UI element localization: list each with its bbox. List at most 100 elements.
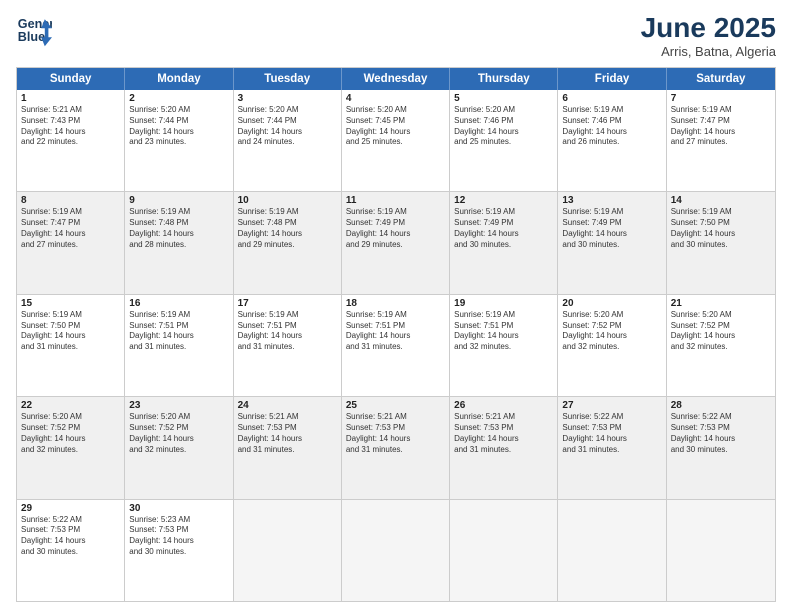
day-info: Sunrise: 5:20 AM Sunset: 7:46 PM Dayligh… xyxy=(454,105,553,148)
header-day-friday: Friday xyxy=(558,68,666,90)
day-number: 16 xyxy=(129,298,228,309)
day-info: Sunrise: 5:19 AM Sunset: 7:48 PM Dayligh… xyxy=(129,207,228,250)
day-number: 26 xyxy=(454,400,553,411)
header-day-wednesday: Wednesday xyxy=(342,68,450,90)
day-info: Sunrise: 5:20 AM Sunset: 7:52 PM Dayligh… xyxy=(21,412,120,455)
day-number: 6 xyxy=(562,93,661,104)
day-number: 29 xyxy=(21,503,120,514)
calendar-cell: 30Sunrise: 5:23 AM Sunset: 7:53 PM Dayli… xyxy=(125,500,233,601)
day-info: Sunrise: 5:19 AM Sunset: 7:49 PM Dayligh… xyxy=(562,207,661,250)
day-number: 24 xyxy=(238,400,337,411)
header-day-thursday: Thursday xyxy=(450,68,558,90)
empty-cell xyxy=(558,500,666,601)
day-number: 5 xyxy=(454,93,553,104)
day-info: Sunrise: 5:19 AM Sunset: 7:47 PM Dayligh… xyxy=(671,105,771,148)
day-info: Sunrise: 5:23 AM Sunset: 7:53 PM Dayligh… xyxy=(129,515,228,558)
day-info: Sunrise: 5:21 AM Sunset: 7:53 PM Dayligh… xyxy=(238,412,337,455)
calendar-row: 8Sunrise: 5:19 AM Sunset: 7:47 PM Daylig… xyxy=(17,191,775,293)
day-info: Sunrise: 5:19 AM Sunset: 7:51 PM Dayligh… xyxy=(129,310,228,353)
calendar-cell: 21Sunrise: 5:20 AM Sunset: 7:52 PM Dayli… xyxy=(667,295,775,396)
empty-cell xyxy=(667,500,775,601)
day-number: 20 xyxy=(562,298,661,309)
calendar-cell: 5Sunrise: 5:20 AM Sunset: 7:46 PM Daylig… xyxy=(450,90,558,191)
day-number: 28 xyxy=(671,400,771,411)
day-number: 21 xyxy=(671,298,771,309)
calendar-cell: 17Sunrise: 5:19 AM Sunset: 7:51 PM Dayli… xyxy=(234,295,342,396)
day-info: Sunrise: 5:19 AM Sunset: 7:47 PM Dayligh… xyxy=(21,207,120,250)
main-title: June 2025 xyxy=(641,12,776,44)
day-number: 11 xyxy=(346,195,445,206)
empty-cell xyxy=(342,500,450,601)
calendar-cell: 1Sunrise: 5:21 AM Sunset: 7:43 PM Daylig… xyxy=(17,90,125,191)
calendar-cell: 27Sunrise: 5:22 AM Sunset: 7:53 PM Dayli… xyxy=(558,397,666,498)
day-number: 14 xyxy=(671,195,771,206)
calendar-row: 22Sunrise: 5:20 AM Sunset: 7:52 PM Dayli… xyxy=(17,396,775,498)
header: General Blue June 2025 Arris, Batna, Alg… xyxy=(16,12,776,59)
day-number: 30 xyxy=(129,503,228,514)
day-info: Sunrise: 5:19 AM Sunset: 7:51 PM Dayligh… xyxy=(454,310,553,353)
day-info: Sunrise: 5:20 AM Sunset: 7:44 PM Dayligh… xyxy=(129,105,228,148)
calendar-cell: 15Sunrise: 5:19 AM Sunset: 7:50 PM Dayli… xyxy=(17,295,125,396)
calendar-cell: 26Sunrise: 5:21 AM Sunset: 7:53 PM Dayli… xyxy=(450,397,558,498)
day-info: Sunrise: 5:20 AM Sunset: 7:52 PM Dayligh… xyxy=(671,310,771,353)
day-number: 12 xyxy=(454,195,553,206)
header-day-sunday: Sunday xyxy=(17,68,125,90)
calendar-row: 29Sunrise: 5:22 AM Sunset: 7:53 PM Dayli… xyxy=(17,499,775,601)
calendar-row: 15Sunrise: 5:19 AM Sunset: 7:50 PM Dayli… xyxy=(17,294,775,396)
day-number: 8 xyxy=(21,195,120,206)
day-info: Sunrise: 5:19 AM Sunset: 7:50 PM Dayligh… xyxy=(21,310,120,353)
day-number: 15 xyxy=(21,298,120,309)
day-number: 9 xyxy=(129,195,228,206)
header-day-tuesday: Tuesday xyxy=(234,68,342,90)
calendar-header: SundayMondayTuesdayWednesdayThursdayFrid… xyxy=(17,68,775,90)
day-number: 4 xyxy=(346,93,445,104)
day-info: Sunrise: 5:20 AM Sunset: 7:52 PM Dayligh… xyxy=(562,310,661,353)
empty-cell xyxy=(450,500,558,601)
calendar: SundayMondayTuesdayWednesdayThursdayFrid… xyxy=(16,67,776,602)
day-number: 10 xyxy=(238,195,337,206)
day-info: Sunrise: 5:22 AM Sunset: 7:53 PM Dayligh… xyxy=(21,515,120,558)
logo: General Blue xyxy=(16,12,52,48)
calendar-cell: 11Sunrise: 5:19 AM Sunset: 7:49 PM Dayli… xyxy=(342,192,450,293)
day-number: 19 xyxy=(454,298,553,309)
calendar-cell: 12Sunrise: 5:19 AM Sunset: 7:49 PM Dayli… xyxy=(450,192,558,293)
calendar-cell: 2Sunrise: 5:20 AM Sunset: 7:44 PM Daylig… xyxy=(125,90,233,191)
calendar-cell: 10Sunrise: 5:19 AM Sunset: 7:48 PM Dayli… xyxy=(234,192,342,293)
day-info: Sunrise: 5:20 AM Sunset: 7:45 PM Dayligh… xyxy=(346,105,445,148)
calendar-cell: 6Sunrise: 5:19 AM Sunset: 7:46 PM Daylig… xyxy=(558,90,666,191)
calendar-row: 1Sunrise: 5:21 AM Sunset: 7:43 PM Daylig… xyxy=(17,90,775,191)
calendar-cell: 14Sunrise: 5:19 AM Sunset: 7:50 PM Dayli… xyxy=(667,192,775,293)
calendar-cell: 16Sunrise: 5:19 AM Sunset: 7:51 PM Dayli… xyxy=(125,295,233,396)
empty-cell xyxy=(234,500,342,601)
day-number: 27 xyxy=(562,400,661,411)
header-day-monday: Monday xyxy=(125,68,233,90)
day-number: 13 xyxy=(562,195,661,206)
day-info: Sunrise: 5:19 AM Sunset: 7:51 PM Dayligh… xyxy=(346,310,445,353)
day-number: 23 xyxy=(129,400,228,411)
day-info: Sunrise: 5:21 AM Sunset: 7:53 PM Dayligh… xyxy=(346,412,445,455)
calendar-cell: 13Sunrise: 5:19 AM Sunset: 7:49 PM Dayli… xyxy=(558,192,666,293)
day-info: Sunrise: 5:21 AM Sunset: 7:43 PM Dayligh… xyxy=(21,105,120,148)
calendar-cell: 7Sunrise: 5:19 AM Sunset: 7:47 PM Daylig… xyxy=(667,90,775,191)
day-info: Sunrise: 5:19 AM Sunset: 7:49 PM Dayligh… xyxy=(454,207,553,250)
calendar-cell: 8Sunrise: 5:19 AM Sunset: 7:47 PM Daylig… xyxy=(17,192,125,293)
day-info: Sunrise: 5:22 AM Sunset: 7:53 PM Dayligh… xyxy=(671,412,771,455)
day-info: Sunrise: 5:19 AM Sunset: 7:48 PM Dayligh… xyxy=(238,207,337,250)
day-info: Sunrise: 5:19 AM Sunset: 7:46 PM Dayligh… xyxy=(562,105,661,148)
calendar-cell: 29Sunrise: 5:22 AM Sunset: 7:53 PM Dayli… xyxy=(17,500,125,601)
day-info: Sunrise: 5:22 AM Sunset: 7:53 PM Dayligh… xyxy=(562,412,661,455)
day-info: Sunrise: 5:19 AM Sunset: 7:49 PM Dayligh… xyxy=(346,207,445,250)
day-number: 25 xyxy=(346,400,445,411)
calendar-cell: 24Sunrise: 5:21 AM Sunset: 7:53 PM Dayli… xyxy=(234,397,342,498)
logo-icon: General Blue xyxy=(16,12,52,48)
calendar-cell: 22Sunrise: 5:20 AM Sunset: 7:52 PM Dayli… xyxy=(17,397,125,498)
calendar-cell: 3Sunrise: 5:20 AM Sunset: 7:44 PM Daylig… xyxy=(234,90,342,191)
day-info: Sunrise: 5:19 AM Sunset: 7:50 PM Dayligh… xyxy=(671,207,771,250)
calendar-cell: 20Sunrise: 5:20 AM Sunset: 7:52 PM Dayli… xyxy=(558,295,666,396)
subtitle: Arris, Batna, Algeria xyxy=(641,44,776,59)
svg-text:Blue: Blue xyxy=(18,30,45,44)
day-info: Sunrise: 5:20 AM Sunset: 7:44 PM Dayligh… xyxy=(238,105,337,148)
calendar-cell: 28Sunrise: 5:22 AM Sunset: 7:53 PM Dayli… xyxy=(667,397,775,498)
day-info: Sunrise: 5:21 AM Sunset: 7:53 PM Dayligh… xyxy=(454,412,553,455)
calendar-cell: 4Sunrise: 5:20 AM Sunset: 7:45 PM Daylig… xyxy=(342,90,450,191)
